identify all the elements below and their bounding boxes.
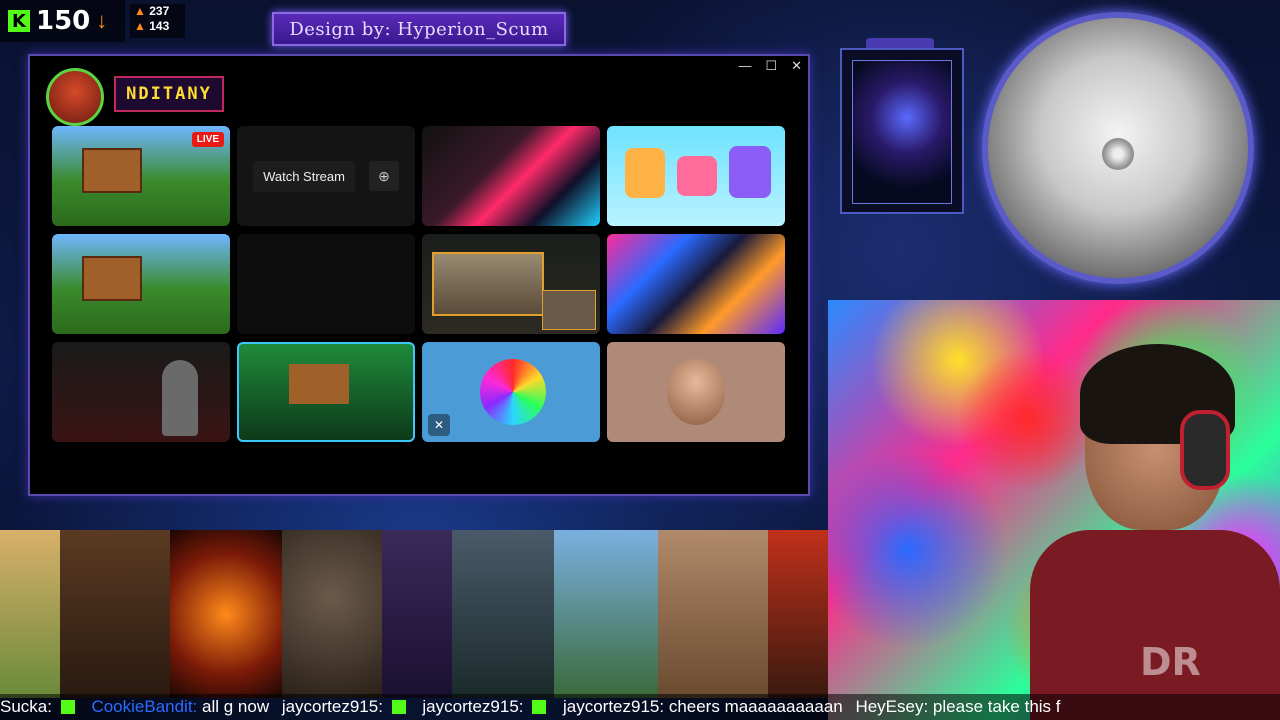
- thumbnail-art: [432, 252, 544, 316]
- thumbnail-art: [82, 256, 142, 301]
- viewer-avatar: [60, 530, 170, 698]
- stream-tile[interactable]: [237, 234, 415, 334]
- channel-logo: [480, 359, 546, 425]
- chat-text: HeyEsey: please take this f: [855, 697, 1061, 716]
- kick-logo-icon: K: [8, 10, 30, 32]
- maximize-button[interactable]: ☐: [765, 58, 777, 74]
- minimize-button[interactable]: —: [738, 58, 751, 74]
- chat-text: Sucka:: [0, 697, 57, 716]
- chat-message: CookieBandit: all g now: [91, 697, 273, 716]
- side-frame: [840, 48, 964, 214]
- chat-message: HeyEsey: please take this f: [855, 697, 1060, 716]
- thumbnail-art: [162, 360, 198, 436]
- person-icon: ▲: [134, 19, 146, 33]
- close-button[interactable]: ✕: [791, 58, 802, 74]
- chat-text: jaycortez915:: [281, 697, 388, 716]
- channel-avatar[interactable]: [46, 68, 104, 126]
- emote-icon: [532, 700, 547, 714]
- emote-icon: [391, 700, 406, 714]
- stream-tile[interactable]: [52, 234, 230, 334]
- stream-tile[interactable]: [607, 126, 785, 226]
- viewer-avatar: [658, 530, 768, 698]
- thumbnail-webcam: [542, 290, 596, 330]
- chat-text: jaycortez915: cheers maaaaaaaaaan: [562, 697, 848, 716]
- chat-message: jaycortez915:: [282, 697, 410, 716]
- disc-center: [1102, 138, 1134, 170]
- viewer-avatar: [452, 530, 554, 698]
- viewer-avatar: [170, 530, 282, 698]
- lightning-art: [852, 60, 952, 204]
- channel-avatar-thumb: [667, 359, 725, 425]
- thumbnail-art: [82, 148, 142, 193]
- viewer-avatar: [282, 530, 382, 698]
- viewer-avatar: [382, 530, 452, 698]
- chat-text: all g now: [197, 697, 274, 716]
- viewers-b: 143: [149, 19, 170, 33]
- chat-message: Sucka:: [0, 697, 79, 716]
- stream-tile[interactable]: LIVE: [52, 126, 230, 226]
- window-controls: — ☐ ✕: [738, 58, 802, 74]
- badge-icon: [60, 700, 75, 714]
- stream-tile[interactable]: [422, 234, 600, 334]
- chat-message: jaycortez915: cheers maaaaaaaaaan: [563, 697, 847, 716]
- chat-username: CookieBandit:: [91, 697, 198, 716]
- stream-tile[interactable]: ✕: [422, 342, 600, 442]
- viewer-avatar: [0, 530, 60, 698]
- stream-tile[interactable]: [52, 342, 230, 442]
- shirt: [1030, 530, 1280, 720]
- streamer-webcam: DR: [1030, 344, 1280, 720]
- stream-tile[interactable]: [422, 126, 600, 226]
- chat-text: jaycortez915:: [422, 697, 529, 716]
- thumbnail-art: [729, 146, 771, 198]
- watch-stream-button[interactable]: Watch Stream: [253, 160, 355, 192]
- stream-tile-selected[interactable]: [237, 342, 415, 442]
- headset-icon: [1180, 410, 1230, 490]
- chat-message: jaycortez915:: [422, 697, 550, 716]
- thumbnail-art: [289, 364, 349, 404]
- chat-ticker: Sucka: CookieBandit: all g now jaycortez…: [0, 694, 1280, 720]
- shirt-text: DR: [1140, 640, 1201, 684]
- viewers-a: 237: [149, 4, 170, 18]
- channel-name: NDITANY: [114, 76, 224, 112]
- person-icon: ▲: [134, 4, 146, 18]
- muted-icon[interactable]: ✕: [428, 414, 450, 436]
- arrow-down-icon: ↓: [96, 8, 108, 33]
- stream-tile[interactable]: [607, 342, 785, 442]
- stream-tile[interactable]: [607, 234, 785, 334]
- kick-count: 150: [36, 6, 91, 36]
- cast-icon[interactable]: ⊕: [368, 161, 399, 191]
- kick-follower-counter: K 150 ↓: [0, 0, 125, 42]
- designer-banner: Design by: Hyperion_Scum: [272, 12, 566, 46]
- thumbnail-art: [625, 148, 665, 198]
- live-badge: LIVE: [191, 132, 224, 147]
- multistream-window: — ☐ ✕ NDITANY LIVE Watch Stream ⊕ ✕: [28, 54, 810, 496]
- viewer-avatar: [554, 530, 658, 698]
- viewer-avatar-strip: [0, 530, 828, 698]
- stream-grid: LIVE Watch Stream ⊕ ✕: [52, 126, 785, 442]
- stream-tile[interactable]: Watch Stream ⊕: [237, 126, 415, 226]
- thumbnail-art: [677, 156, 717, 196]
- viewer-avatar: [768, 530, 828, 698]
- viewer-stats: ▲ 237 ▲ 143: [130, 4, 185, 38]
